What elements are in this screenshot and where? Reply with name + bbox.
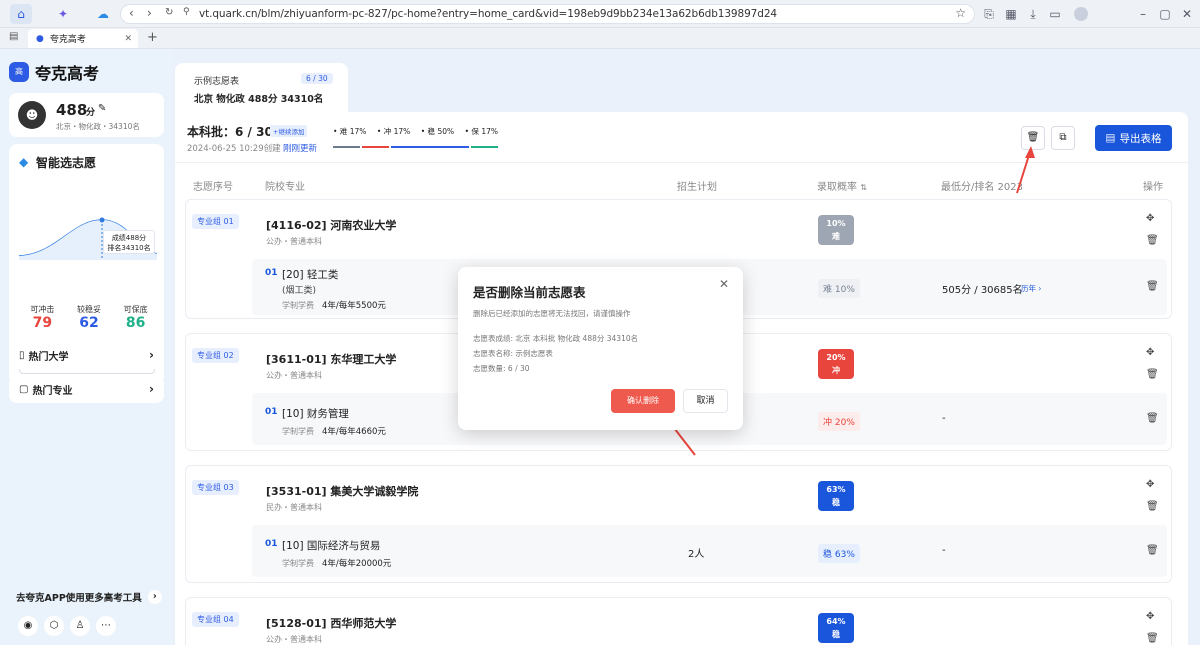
cancel-button[interactable]: 取消: [683, 389, 728, 413]
close-icon[interactable]: ✕: [719, 277, 729, 291]
confirm-delete-button[interactable]: 确认删除: [611, 389, 675, 413]
dialog-info-count: 志愿数量: 6 / 30: [473, 364, 530, 373]
delete-confirm-dialog: 是否删除当前志愿表 ✕ 删除后已经添加的志愿将无法找回，请谨慎操作 志愿表成绩:…: [458, 267, 743, 430]
dialog-title: 是否删除当前志愿表: [473, 285, 586, 300]
dialog-info-name: 志愿表名称: 示例志愿表: [473, 349, 553, 358]
dialog-info-score: 志愿表成绩: 北京 本科批 物化政 488分 34310名: [473, 334, 639, 343]
dialog-desc: 删除后已经添加的志愿将无法找回，请谨慎操作: [473, 309, 631, 318]
